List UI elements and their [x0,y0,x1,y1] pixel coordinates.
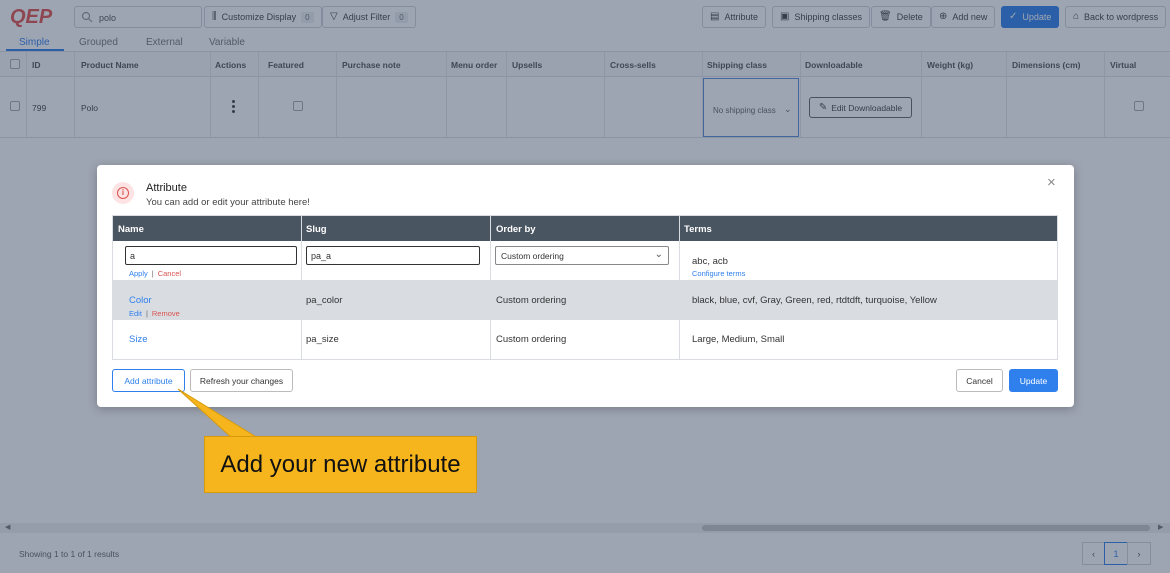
modal-title: Attribute [146,182,187,194]
close-icon[interactable]: × [1047,175,1056,190]
update-button[interactable]: Update [1009,369,1058,392]
header-slug: Slug [306,224,327,235]
row-actions: Edit | Remove [129,309,180,318]
attributes-table-header: Name Slug Order by Terms [113,216,1057,241]
order-by-value: Custom ordering [501,251,564,261]
attribute-order-size: Custom ordering [496,334,567,345]
edit-row-terms: abc, acb [692,256,728,267]
column-divider [301,216,302,359]
attribute-name-input[interactable]: a [125,246,297,265]
info-alert-icon: i [112,182,134,204]
attribute-modal: i Attribute You can add or edit your att… [97,165,1074,407]
header-terms: Terms [684,224,712,235]
modal-subtitle: You can add or edit your attribute here! [146,197,310,208]
attribute-terms-color: black, blue, cvf, Gray, Green, red, rtdt… [692,295,937,306]
attribute-slug-input[interactable]: pa_a [306,246,480,265]
apply-link[interactable]: Apply [129,269,148,278]
attributes-table: Name Slug Order by Terms a Apply | Cancel … [112,215,1058,360]
column-divider [679,216,680,359]
attribute-slug-size: pa_size [306,334,339,345]
header-order-by: Order by [496,224,536,235]
attribute-name-color[interactable]: Color [129,295,152,306]
add-attribute-button[interactable]: Add attribute [112,369,185,392]
header-name: Name [118,224,144,235]
edit-link[interactable]: Edit [129,309,142,318]
row-actions: Apply | Cancel [129,269,182,278]
attribute-slug-color: pa_color [306,295,343,306]
chevron-down-icon: ⌄ [654,249,663,260]
refresh-changes-button[interactable]: Refresh your changes [190,369,293,392]
tutorial-callout: Add your new attribute [204,436,477,493]
attribute-edit-row: a Apply | Cancel pa_a Custom ordering ⌄ ab… [113,241,1057,281]
cancel-button[interactable]: Cancel [956,369,1003,392]
attribute-row-size: Size pa_size Custom ordering Large, Medi… [113,320,1057,359]
attribute-order-color: Custom ordering [496,295,567,306]
order-by-select[interactable]: Custom ordering ⌄ [495,246,669,265]
column-divider [490,216,491,359]
attribute-terms-size: Large, Medium, Small [692,334,785,345]
attribute-name-size[interactable]: Size [129,334,147,345]
configure-terms-link[interactable]: Configure terms [692,269,745,278]
remove-link[interactable]: Remove [152,309,180,318]
attribute-row-color: Color Edit | Remove pa_color Custom orderi… [113,281,1057,320]
cancel-link[interactable]: Cancel [158,269,181,278]
